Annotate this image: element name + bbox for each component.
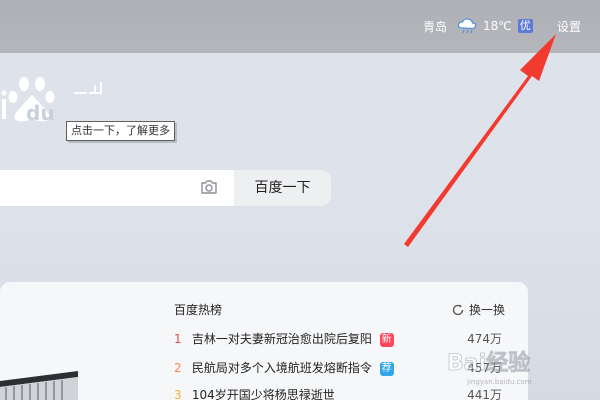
search-button[interactable]: 百度一下 bbox=[234, 170, 331, 206]
hot-item-3[interactable]: 3 104岁开国少将杨思禄逝世 441万 bbox=[174, 387, 514, 400]
hot-item-2[interactable]: 2 民航局对多个入境航班发熔断指令 荐 457万 bbox=[174, 360, 514, 376]
weather-city: 青岛 bbox=[423, 19, 448, 34]
weather-temperature: 18℃ bbox=[483, 19, 512, 33]
hot-item-title: 吉林一对夫妻新冠治愈出院后复阳 bbox=[191, 332, 372, 346]
refresh-button[interactable]: 换一换 bbox=[452, 301, 505, 318]
refresh-icon bbox=[452, 304, 464, 315]
news-thumbnail[interactable] bbox=[0, 365, 78, 400]
hot-item-tag: 新 bbox=[379, 333, 394, 347]
refresh-label: 换一换 bbox=[469, 303, 506, 317]
hot-item-title: 民航局对多个入境航班发熔断指令 bbox=[191, 361, 372, 375]
hot-item-title: 104岁开国少将杨思禄逝世 bbox=[191, 388, 335, 400]
hot-item-tag: 荐 bbox=[379, 362, 394, 376]
hot-list-title: 百度热榜 bbox=[174, 303, 223, 317]
hot-rank: 3 bbox=[174, 388, 182, 400]
settings-link[interactable]: 设置 bbox=[557, 18, 581, 35]
hot-rank: 1 bbox=[174, 332, 182, 346]
hot-item-1[interactable]: 1 吉林一对夫妻新冠治愈出院后复阳 新 474万 bbox=[174, 331, 514, 347]
hot-item-count: 474万 bbox=[467, 332, 502, 346]
air-quality-badge: 优 bbox=[517, 19, 533, 33]
tooltip: 点击一下，了解更多 bbox=[66, 121, 175, 141]
hot-rank: 2 bbox=[174, 361, 182, 375]
browser-page: 青岛 18℃ 优 设置 du 点击一下，了解更多 百度一下 百度热榜 换一换 1… bbox=[0, 0, 600, 400]
search-input[interactable] bbox=[0, 170, 234, 206]
camera-icon[interactable] bbox=[200, 179, 218, 195]
logo-du-text: du bbox=[26, 101, 55, 125]
weather-widget[interactable]: 青岛 18℃ 优 bbox=[423, 15, 533, 37]
hot-item-count: 441万 bbox=[467, 388, 502, 400]
cloud-rain-icon bbox=[457, 18, 477, 34]
hot-item-count: 457万 bbox=[467, 361, 502, 375]
